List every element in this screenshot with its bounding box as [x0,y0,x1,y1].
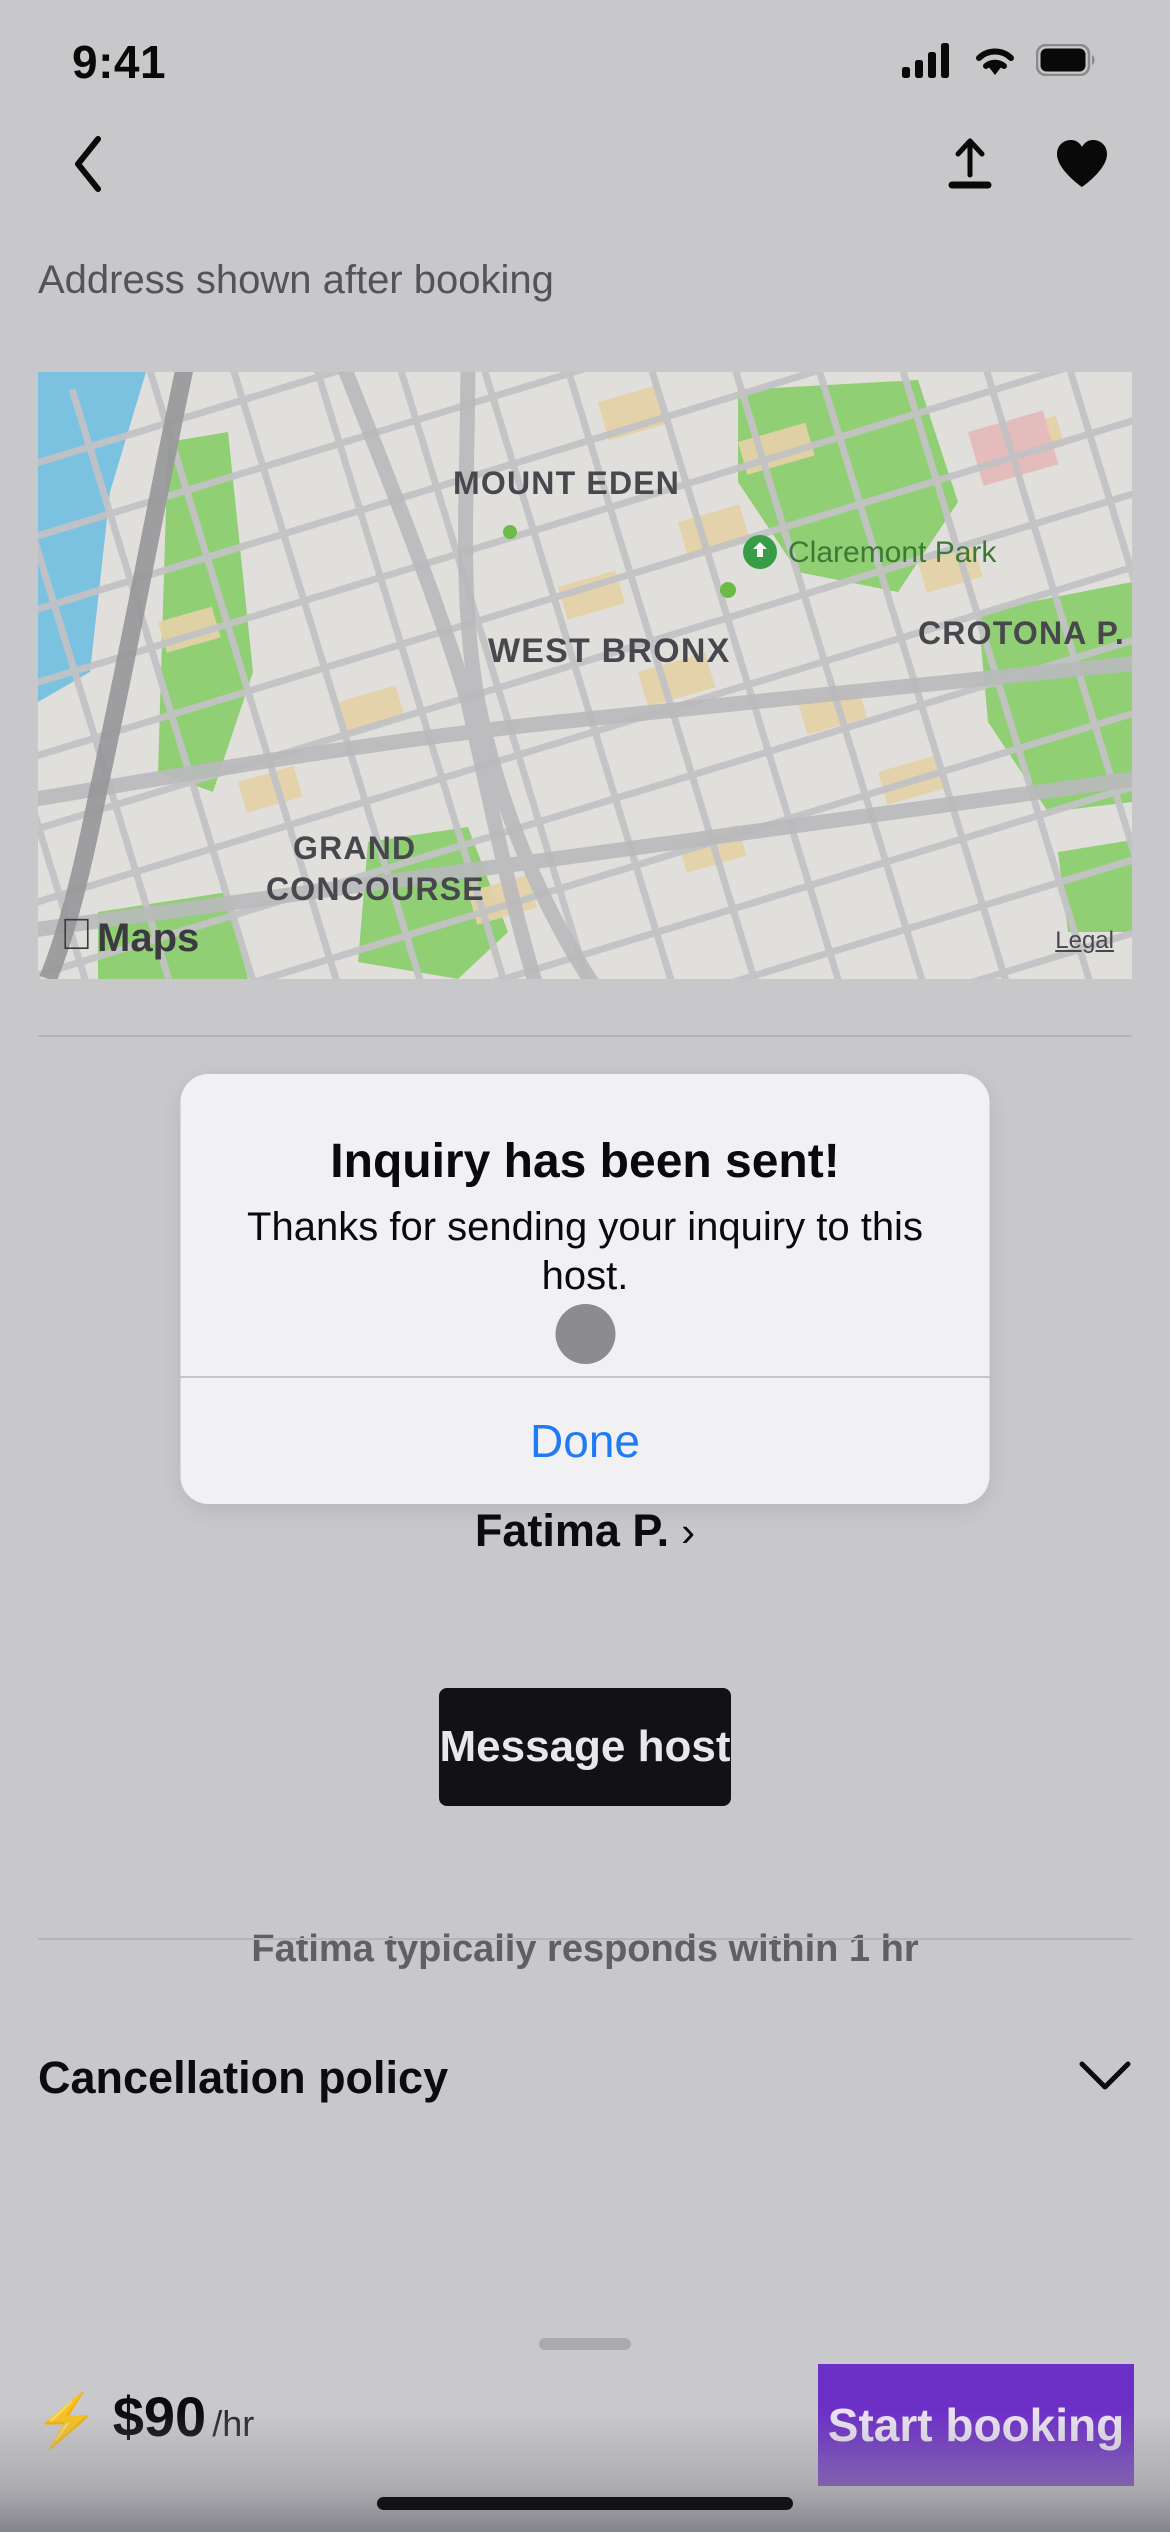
alert-message: Thanks for sending your inquiry to this … [247,1204,923,1298]
phone-screen: Address shown after booking MOUNT EDEN C… [0,0,1170,2532]
alert-title: Inquiry has been sent! [330,1135,840,1188]
home-indicator[interactable] [377,2497,793,2510]
alert-body: Inquiry has been sent! Thanks for sendin… [181,1074,990,1365]
inquiry-sent-alert: Inquiry has been sent! Thanks for sendin… [180,1074,990,1505]
host-avatar-peek [555,1304,615,1365]
alert-done-button[interactable]: Done [181,1378,990,1504]
